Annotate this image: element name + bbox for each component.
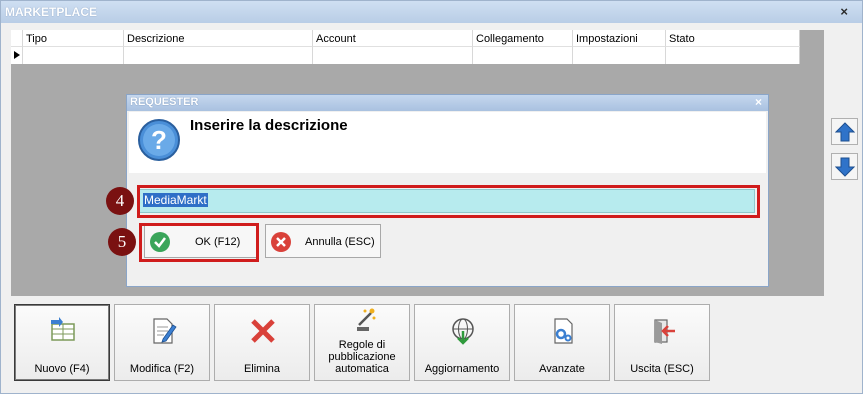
svg-text:?: ? <box>151 125 167 155</box>
input-highlight-frame <box>137 185 760 218</box>
dialog-title: REQUESTER <box>127 95 768 111</box>
new-button[interactable]: Nuovo (F4) <box>14 304 110 381</box>
arrow-down-icon <box>835 157 855 177</box>
settings-document-icon <box>554 318 573 344</box>
step-marker-4: 4 <box>106 187 134 215</box>
table-cell[interactable] <box>473 47 573 64</box>
new-row-icon <box>51 317 75 341</box>
update-button[interactable]: Aggiornamento <box>414 304 510 381</box>
edit-document-icon <box>153 318 177 344</box>
new-button-label: Nuovo (F4) <box>34 363 90 375</box>
row-selector-header <box>11 30 23 47</box>
dialog-close-button[interactable]: × <box>755 95 762 109</box>
step-marker-5: 5 <box>108 228 136 256</box>
table-cell[interactable] <box>313 47 473 64</box>
exit-button[interactable]: Uscita (ESC) <box>614 304 710 381</box>
globe-download-icon <box>452 318 474 345</box>
delete-x-icon <box>251 319 275 343</box>
column-header-descrizione[interactable]: Descrizione <box>124 30 313 47</box>
window-title: MARKETPLACE <box>5 5 97 19</box>
edit-button-label: Modifica (F2) <box>129 363 195 375</box>
arrow-up-icon <box>835 122 855 142</box>
question-icon: ? <box>138 119 180 161</box>
marketplace-window: MARKETPLACE × Tipo Descrizione Account C… <box>0 0 863 394</box>
move-down-button[interactable] <box>831 153 858 180</box>
edit-button[interactable]: Modifica (F2) <box>114 304 210 381</box>
magic-wand-icon <box>357 308 376 331</box>
move-up-button[interactable] <box>831 118 858 145</box>
dialog-message-panel: ? Inserire la descrizione <box>129 112 766 173</box>
column-header-impostazioni[interactable]: Impostazioni <box>573 30 666 47</box>
advanced-button-label: Avanzate <box>539 363 585 375</box>
delete-button[interactable]: Elimina <box>214 304 310 381</box>
delete-button-label: Elimina <box>243 363 281 375</box>
ok-highlight-frame <box>139 223 259 262</box>
advanced-button[interactable]: Avanzate <box>514 304 610 381</box>
window-titlebar: MARKETPLACE × <box>1 1 862 23</box>
table-cell[interactable] <box>573 47 666 64</box>
current-row-indicator-icon <box>14 51 20 59</box>
update-button-label: Aggiornamento <box>424 363 500 375</box>
dialog-message: Inserire la descrizione <box>190 117 348 134</box>
exit-button-label: Uscita (ESC) <box>630 363 694 375</box>
auto-publish-rules-label: Regole di pubblicazione automatica <box>328 339 396 375</box>
window-close-button[interactable]: × <box>840 4 848 19</box>
column-header-stato[interactable]: Stato <box>666 30 800 47</box>
table-cell[interactable] <box>124 47 313 64</box>
column-header-collegamento[interactable]: Collegamento <box>473 30 573 47</box>
column-header-account[interactable]: Account <box>313 30 473 47</box>
auto-publish-rules-button[interactable]: Regole di pubblicazione automatica <box>314 304 410 381</box>
grid: Tipo Descrizione Account Collegamento Im… <box>11 30 800 64</box>
cancel-icon <box>271 232 291 252</box>
cancel-button-label: Annulla (ESC) <box>305 236 375 248</box>
column-header-tipo[interactable]: Tipo <box>23 30 124 47</box>
cancel-button[interactable]: Annulla (ESC) <box>265 224 381 258</box>
table-cell[interactable] <box>23 47 124 64</box>
exit-door-icon <box>654 319 675 344</box>
